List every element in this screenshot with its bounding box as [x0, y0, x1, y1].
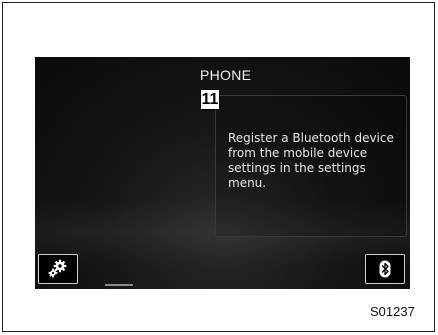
screen-title: PHONE [200, 67, 252, 83]
settings-button[interactable] [38, 254, 78, 284]
figure-frame: PHONE 11 Register a Bluetooth device fro… [2, 2, 435, 332]
bluetooth-button[interactable] [365, 254, 405, 284]
bluetooth-icon [379, 260, 391, 278]
registration-message: Register a Bluetooth device from the mob… [228, 131, 394, 190]
page-indicator [105, 284, 133, 286]
step-number-badge: 11 [200, 89, 220, 110]
figure-code: S01237 [370, 304, 415, 319]
phone-screen: PHONE 11 Register a Bluetooth device fro… [35, 57, 410, 289]
gears-icon [48, 259, 67, 278]
